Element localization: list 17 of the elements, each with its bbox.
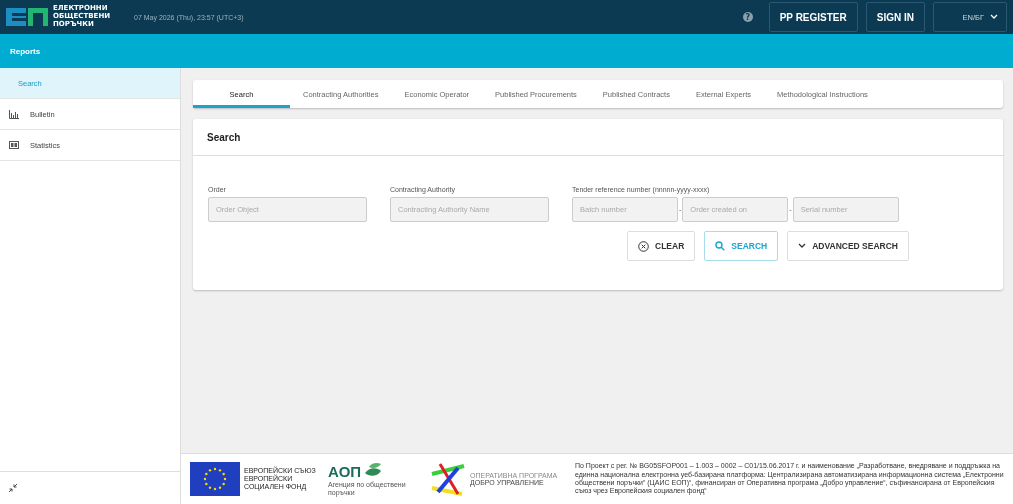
clear-button[interactable]: CLEAR: [627, 231, 696, 261]
logo-icon: [6, 6, 48, 28]
chevron-icon: [990, 14, 998, 20]
chevron-icon: [798, 243, 807, 249]
header-button[interactable]: PP REGISTER: [768, 2, 858, 32]
close-icon: [638, 240, 649, 252]
section-title: Reports: [10, 46, 41, 56]
advanced-search-button[interactable]: ADVANCED SEARCH: [787, 231, 909, 261]
collapse-icon[interactable]: [8, 483, 18, 493]
bar-chart-icon: [9, 109, 19, 119]
id-card-icon: [9, 141, 19, 149]
help-icon[interactable]: ?: [742, 12, 753, 22]
eu-flag-icon: [190, 462, 240, 496]
header-button[interactable]: SIGN IN: [865, 2, 925, 32]
search-icon: [715, 241, 726, 251]
card-title: Search: [193, 119, 1003, 156]
agency-logo-text: АОП: [328, 462, 362, 480]
